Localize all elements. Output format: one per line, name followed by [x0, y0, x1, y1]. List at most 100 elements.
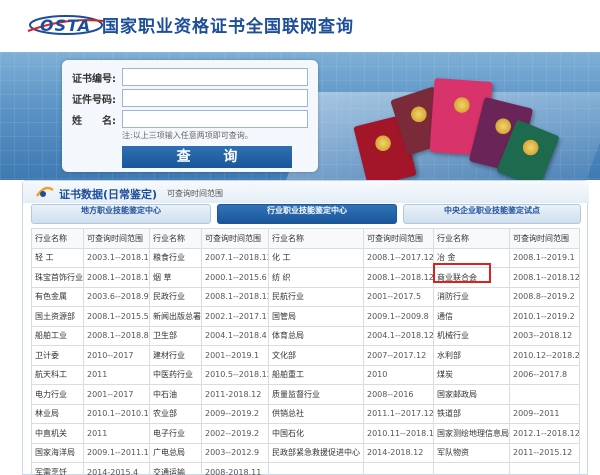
industry-name-cell: 航天科工 [31, 364, 84, 385]
industry-name-cell: 电力行业 [31, 384, 84, 405]
industry-name-cell: 卫生部 [149, 325, 202, 346]
industry-name-cell: 民航行业 [268, 286, 364, 307]
date-range-cell: 2003.6--2018.9 [83, 286, 150, 307]
industry-name-cell: 烟 草 [149, 267, 202, 288]
table-row: 军需烹饪 2014-2015.4 交通运输 2008-2018.11 [31, 462, 580, 475]
header-range: 可查询时间范围 [509, 228, 580, 249]
date-range-cell: 2010--2017 [83, 345, 150, 366]
industry-name-cell: 粮食行业 [149, 247, 202, 268]
emblem-icon [452, 95, 472, 115]
id-number-row: 证件号码: [62, 89, 318, 107]
header-industry: 行业名称 [149, 228, 202, 249]
industry-name-cell: 水利部 [433, 345, 510, 366]
page-title: 国家职业资格证书全国联网查询 [102, 17, 354, 37]
header-range: 可查询时间范围 [83, 228, 150, 249]
table-header-row: 行业名称 可查询时间范围 行业名称 可查询时间范围 行业名称 可查询时间范围 行… [31, 228, 580, 249]
industry-name-cell: 有色金属 [31, 286, 84, 307]
industry-name-cell: 国家测绘地理信息局 [433, 423, 510, 444]
date-range-cell: 2009.1--2011.12 [83, 442, 150, 463]
table-row: 电力行业 2001--2017 中石油 2011-2018.12 质量监督行业 2008-… [31, 384, 580, 405]
date-range-cell: 2002.1--2017.11 [201, 306, 269, 327]
tab-central-enterprise[interactable]: 中央企业职业技能鉴定试点 [403, 204, 581, 224]
industry-name-cell: 民政部紧急救援促进中心 [268, 442, 364, 463]
industry-name-cell: 体育总局 [268, 325, 364, 346]
osta-logo: OSTA [26, 13, 106, 37]
section-header: 证书数据(日常鉴定) 可查询时间范围 [23, 181, 589, 203]
date-range-cell: 2011.1--2017.12 [363, 403, 434, 424]
date-range-cell: 2012.1--2018.12 [509, 423, 580, 444]
section-logo-icon [35, 186, 54, 197]
industry-name-cell: 军需烹饪 [31, 462, 84, 475]
date-range-cell: 2008.1--2018.12 [363, 267, 434, 288]
industry-name-cell: 国家海洋局 [31, 442, 84, 463]
header-range: 可查询时间范围 [363, 228, 434, 249]
query-button[interactable]: 查 询 [122, 146, 292, 168]
certificate-data-section: 证书数据(日常鉴定) 可查询时间范围 地方职业技能鉴定中心 行业职业技能鉴定中心… [22, 180, 589, 475]
table-row: 有色金属 2003.6--2018.9 民政行业 2008.1--2018.12 民航行… [31, 286, 580, 307]
date-range-cell: 2008.8--2019.2 [509, 286, 580, 307]
id-number-input[interactable] [122, 89, 308, 107]
table-body: 轻 工 2003.1--2018.12 粮食行业 2007.1--2018.12 化 工… [31, 247, 580, 475]
date-range-cell: 2004.1--2018.12 [363, 325, 434, 346]
industry-name-cell: 轻 工 [31, 247, 84, 268]
name-row: 姓 名: [62, 110, 318, 128]
header-industry: 行业名称 [268, 228, 364, 249]
industry-name-cell: 卫计委 [31, 345, 84, 366]
header-industry: 行业名称 [433, 228, 510, 249]
industry-name-cell: 军队物资 [433, 442, 510, 463]
table-row: 珠宝首饰行业 2008.1--2018.12 烟 草 2000.1--2015.6 纺 … [31, 267, 580, 288]
date-range-cell: 2014-2018.12 [363, 442, 434, 463]
industry-name-cell: 建材行业 [149, 345, 202, 366]
industry-name-cell: 广电总局 [149, 442, 202, 463]
table-row: 中直机关 2011 电子行业 2002--2019.2 中国石化 2010.11--201… [31, 423, 580, 444]
industry-name-cell: 珠宝首饰行业 [31, 267, 84, 288]
table-row: 轻 工 2003.1--2018.12 粮食行业 2007.1--2018.12 化 工… [31, 247, 580, 268]
table-row: 船舶工业 2008.1--2018.8 卫生部 2004.1--2018.4 体育总局 2… [31, 325, 580, 346]
date-range-cell: 2010.1--2019.2 [509, 306, 580, 327]
emblem-icon [372, 131, 394, 154]
tab-industry-center[interactable]: 行业职业技能鉴定中心 [217, 204, 397, 224]
date-range-cell: 2011 [83, 364, 150, 385]
name-input[interactable] [122, 110, 308, 128]
header-range: 可查询时间范围 [201, 228, 269, 249]
date-range-cell: 2009--2011 [509, 403, 580, 424]
form-hint: 注:以上三项输入任意两项即可查询。 [122, 131, 253, 140]
date-range-cell: 2000.1--2015.6 [201, 267, 269, 288]
table-row: 航天科工 2011 中医药行业 2010.5--2018.12 船舶重工 2010 煤炭 20… [31, 364, 580, 385]
industry-name-cell: 林业局 [31, 403, 84, 424]
date-range-cell: 2008.1--2018.12 [509, 267, 580, 288]
date-range-cell: 2007.1--2018.12 [201, 247, 269, 268]
search-banner: 证书编号: 证件号码: 姓 名: 注:以上三项输入任意两项即可查询。 查 询 [0, 52, 600, 180]
date-range-cell: 2009--2019.2 [201, 403, 269, 424]
date-range-cell: 2004.1--2018.4 [201, 325, 269, 346]
industry-name-cell: 文化部 [268, 345, 364, 366]
date-range-cell: 2006--2017.8 [509, 364, 580, 385]
industry-name-cell: 化 工 [268, 247, 364, 268]
industry-name-cell: 国土资源部 [31, 306, 84, 327]
certificate-number-input[interactable] [122, 68, 308, 86]
industry-name-cell: 中石油 [149, 384, 202, 405]
page-header: OSTA 国家职业资格证书全国联网查询 [0, 0, 600, 52]
industry-name-cell: 国家邮政局 [433, 384, 510, 405]
section-subtitle: 可查询时间范围 [167, 189, 223, 198]
tab-local-center[interactable]: 地方职业技能鉴定中心 [31, 204, 211, 224]
date-range-cell: 2011--2015.12 [509, 442, 580, 463]
date-range-cell: 2001--2017 [83, 384, 150, 405]
date-range-cell: 2003.1--2018.12 [83, 247, 150, 268]
emblem-icon [407, 102, 431, 126]
industry-name-cell: 国管局 [268, 306, 364, 327]
query-form: 证书编号: 证件号码: 姓 名: 注:以上三项输入任意两项即可查询。 查 询 [62, 60, 318, 172]
industry-name-cell: 消防行业 [433, 286, 510, 307]
industry-name-cell: 铁道部 [433, 403, 510, 424]
id-number-label: 证件号码: [72, 95, 116, 106]
industry-name-cell: 中国石化 [268, 423, 364, 444]
table-row: 卫计委 2010--2017 建材行业 2001--2019.1 文化部 2007--20… [31, 345, 580, 366]
date-range-cell: 2008-2018.11 [201, 462, 269, 475]
industry-name-cell: 民政行业 [149, 286, 202, 307]
highlight-box [433, 263, 491, 283]
certificate-number-row: 证书编号: [62, 68, 318, 86]
date-range-cell: 2001--2017.5 [363, 286, 434, 307]
date-range-cell: 2014-2015.4 [83, 462, 150, 475]
emblem-icon [518, 136, 543, 160]
date-range-cell: 2007--2017.12 [363, 345, 434, 366]
